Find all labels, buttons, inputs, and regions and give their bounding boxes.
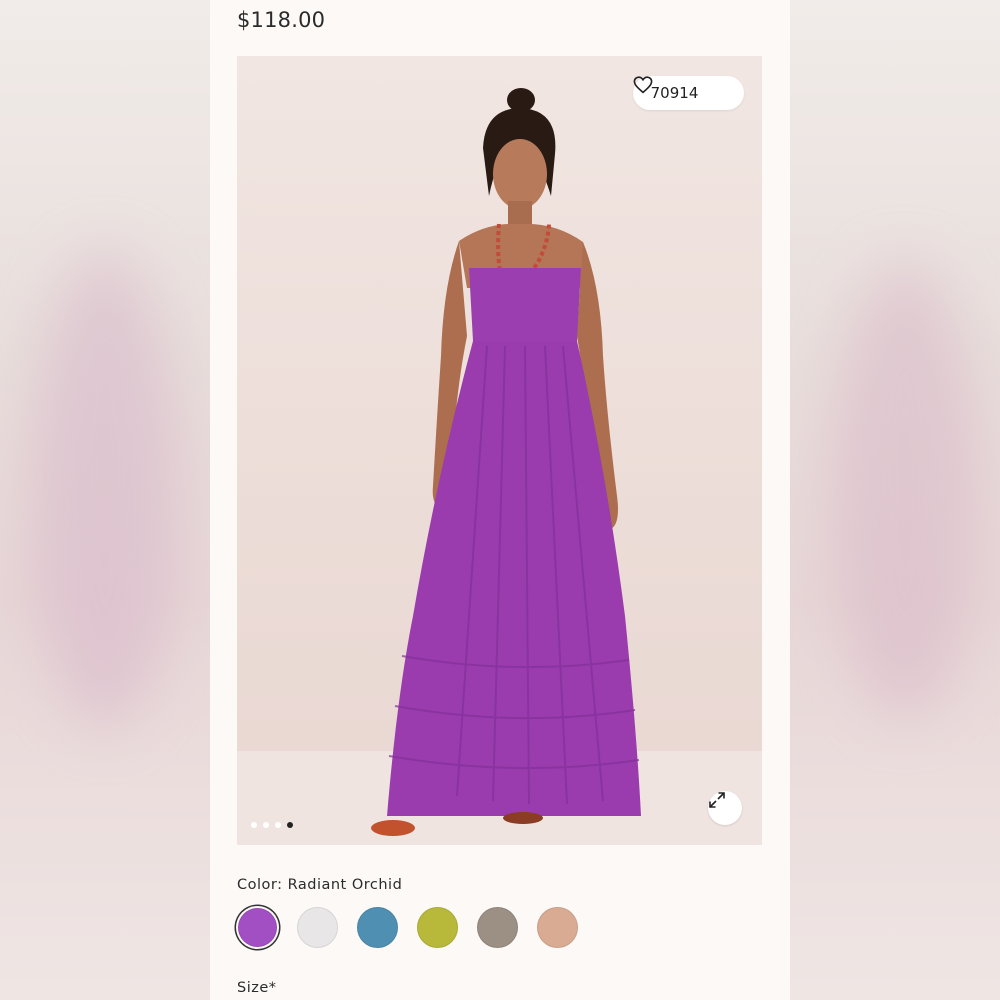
gallery-dot[interactable]: [263, 822, 269, 828]
product-image[interactable]: 70914: [237, 56, 762, 845]
dress-bodice: [469, 268, 581, 341]
expand-image-button[interactable]: [708, 791, 742, 825]
swatch-peach[interactable]: [537, 907, 578, 948]
size-label: Size*: [237, 980, 277, 996]
gallery-dot[interactable]: [251, 822, 257, 828]
model-illustration: [237, 88, 762, 845]
swatch-blue[interactable]: [357, 907, 398, 948]
product-price: $118.00: [237, 8, 326, 32]
right-blurred-backdrop: [790, 0, 1000, 1000]
color-label: Color: Radiant Orchid: [237, 877, 403, 893]
swatch-white[interactable]: [297, 907, 338, 948]
swatch-radiant-orchid[interactable]: [238, 908, 277, 947]
color-swatches: [237, 907, 578, 948]
heart-icon: [633, 76, 726, 102]
face: [493, 139, 547, 209]
swatch-taupe[interactable]: [477, 907, 518, 948]
gallery-dot[interactable]: [275, 822, 281, 828]
gallery-dot-active[interactable]: [287, 822, 293, 828]
gallery-pagination[interactable]: [251, 822, 293, 828]
left-sandal: [371, 820, 415, 836]
swatch-lime[interactable]: [417, 907, 458, 948]
favorite-button[interactable]: 70914: [633, 76, 744, 110]
right-sandal: [503, 812, 543, 824]
favorites-count: 70914: [650, 84, 699, 102]
left-blurred-backdrop: [0, 0, 210, 1000]
